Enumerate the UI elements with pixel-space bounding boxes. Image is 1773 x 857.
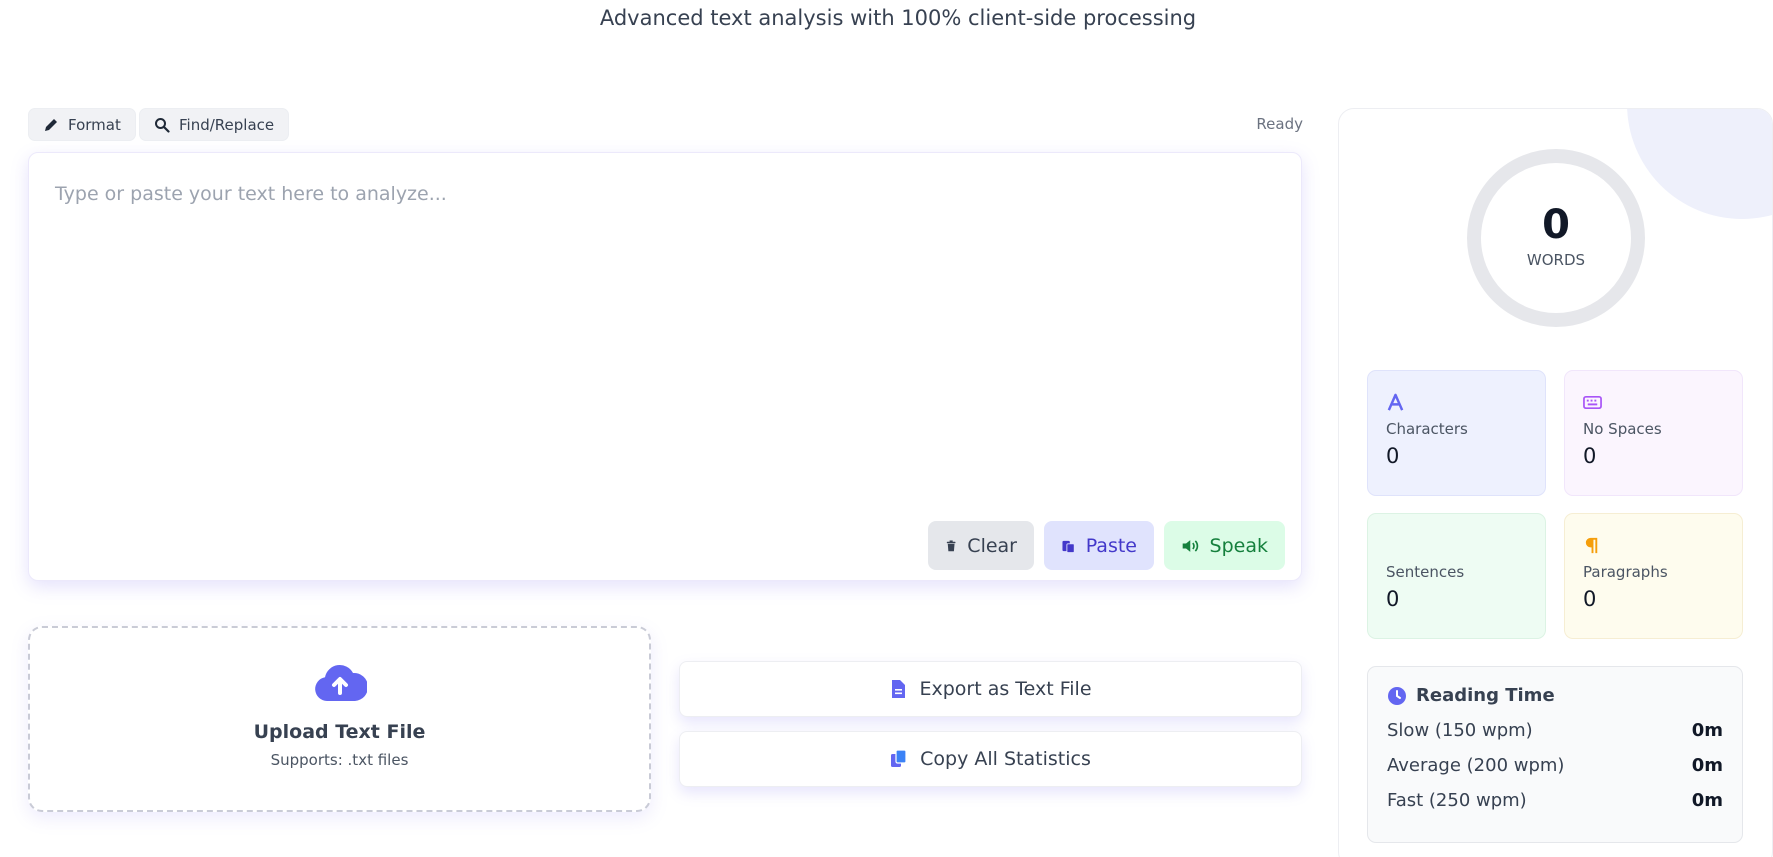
reading-time-row-label: Average (200 wpm) — [1387, 755, 1565, 776]
text-editor[interactable]: Type or paste your text here to analyze.… — [28, 152, 1302, 581]
cloud-upload-icon — [314, 665, 368, 701]
no-spaces-label: No Spaces — [1583, 420, 1662, 438]
paragraphs-value: 0 — [1583, 587, 1597, 611]
export-text-button-label: Export as Text File — [919, 678, 1092, 700]
paste-icon — [1062, 540, 1075, 553]
keyboard-icon — [1583, 395, 1602, 410]
find-replace-button[interactable]: Find/Replace — [139, 108, 290, 141]
font-icon — [1387, 393, 1404, 411]
search-icon — [155, 117, 170, 133]
speak-button[interactable]: Speak — [1164, 521, 1285, 570]
format-button-label: Format — [68, 115, 121, 134]
app-page: Advanced text analysis with 100% client-… — [0, 0, 1773, 857]
clear-button[interactable]: Clear — [928, 521, 1034, 570]
upload-title: Upload Text File — [253, 721, 426, 743]
clear-button-label: Clear — [967, 534, 1017, 557]
upload-dropzone[interactable]: Upload Text File Supports: .txt files — [28, 626, 651, 812]
reading-time-row-value: 0m — [1691, 790, 1723, 811]
copy-icon — [891, 749, 907, 767]
sentences-icon-placeholder — [1386, 536, 1527, 555]
panel-decoration — [1627, 109, 1772, 219]
pencil-icon — [45, 118, 57, 131]
paste-button[interactable]: Paste — [1044, 521, 1154, 570]
speak-button-label: Speak — [1209, 534, 1268, 557]
characters-card: Characters 0 — [1367, 370, 1546, 496]
sentences-card: Sentences 0 — [1367, 513, 1546, 639]
characters-value: 0 — [1386, 444, 1400, 468]
word-count-label: WORDS — [1526, 251, 1586, 269]
editor-placeholder[interactable]: Type or paste your text here to analyze.… — [55, 183, 447, 205]
copy-statistics-button[interactable]: Copy All Statistics — [679, 731, 1302, 787]
sentences-value: 0 — [1386, 587, 1400, 611]
sentences-label: Sentences — [1386, 563, 1465, 581]
reading-time-row-value: 0m — [1691, 755, 1723, 776]
reading-time-title: Reading Time — [1416, 685, 1555, 706]
export-text-button[interactable]: Export as Text File — [679, 661, 1302, 717]
format-button[interactable]: Format — [28, 108, 136, 141]
reading-time-row-value: 0m — [1691, 720, 1723, 741]
editor-actions: Clear Paste Speak — [928, 521, 1285, 570]
reading-time-row: Fast (250 wpm) 0m — [1387, 790, 1723, 811]
clock-icon — [1388, 686, 1406, 705]
pilcrow-icon — [1585, 537, 1598, 554]
paragraphs-label: Paragraphs — [1583, 563, 1668, 581]
paste-button-label: Paste — [1085, 534, 1137, 557]
reading-time-row-label: Slow (150 wpm) — [1387, 720, 1533, 741]
reading-time-header: Reading Time — [1387, 685, 1723, 706]
paragraphs-card: Paragraphs 0 — [1564, 513, 1743, 639]
characters-label: Characters — [1386, 420, 1468, 438]
reading-time-row: Slow (150 wpm) 0m — [1387, 720, 1723, 741]
word-count-value: 0 — [1542, 202, 1570, 248]
find-replace-button-label: Find/Replace — [179, 115, 275, 134]
reading-time-row-label: Fast (250 wpm) — [1387, 790, 1527, 811]
no-spaces-value: 0 — [1583, 444, 1597, 468]
upload-subtitle: Supports: .txt files — [270, 751, 409, 769]
page-subtitle: Advanced text analysis with 100% client-… — [599, 6, 1197, 30]
reading-time-card: Reading Time Slow (150 wpm) 0m Average (… — [1367, 666, 1743, 843]
status-text: Ready — [1256, 115, 1303, 133]
no-spaces-card: No Spaces 0 — [1564, 370, 1743, 496]
copy-statistics-button-label: Copy All Statistics — [920, 748, 1091, 770]
word-count-ring: 0 WORDS — [1467, 149, 1645, 327]
trash-icon — [946, 539, 956, 551]
reading-time-row: Average (200 wpm) 0m — [1387, 755, 1723, 776]
file-icon — [892, 680, 906, 698]
speaker-icon — [1182, 539, 1199, 552]
statistics-panel: 0 WORDS Characters 0 No Spaces 0 Sentenc… — [1338, 108, 1773, 857]
